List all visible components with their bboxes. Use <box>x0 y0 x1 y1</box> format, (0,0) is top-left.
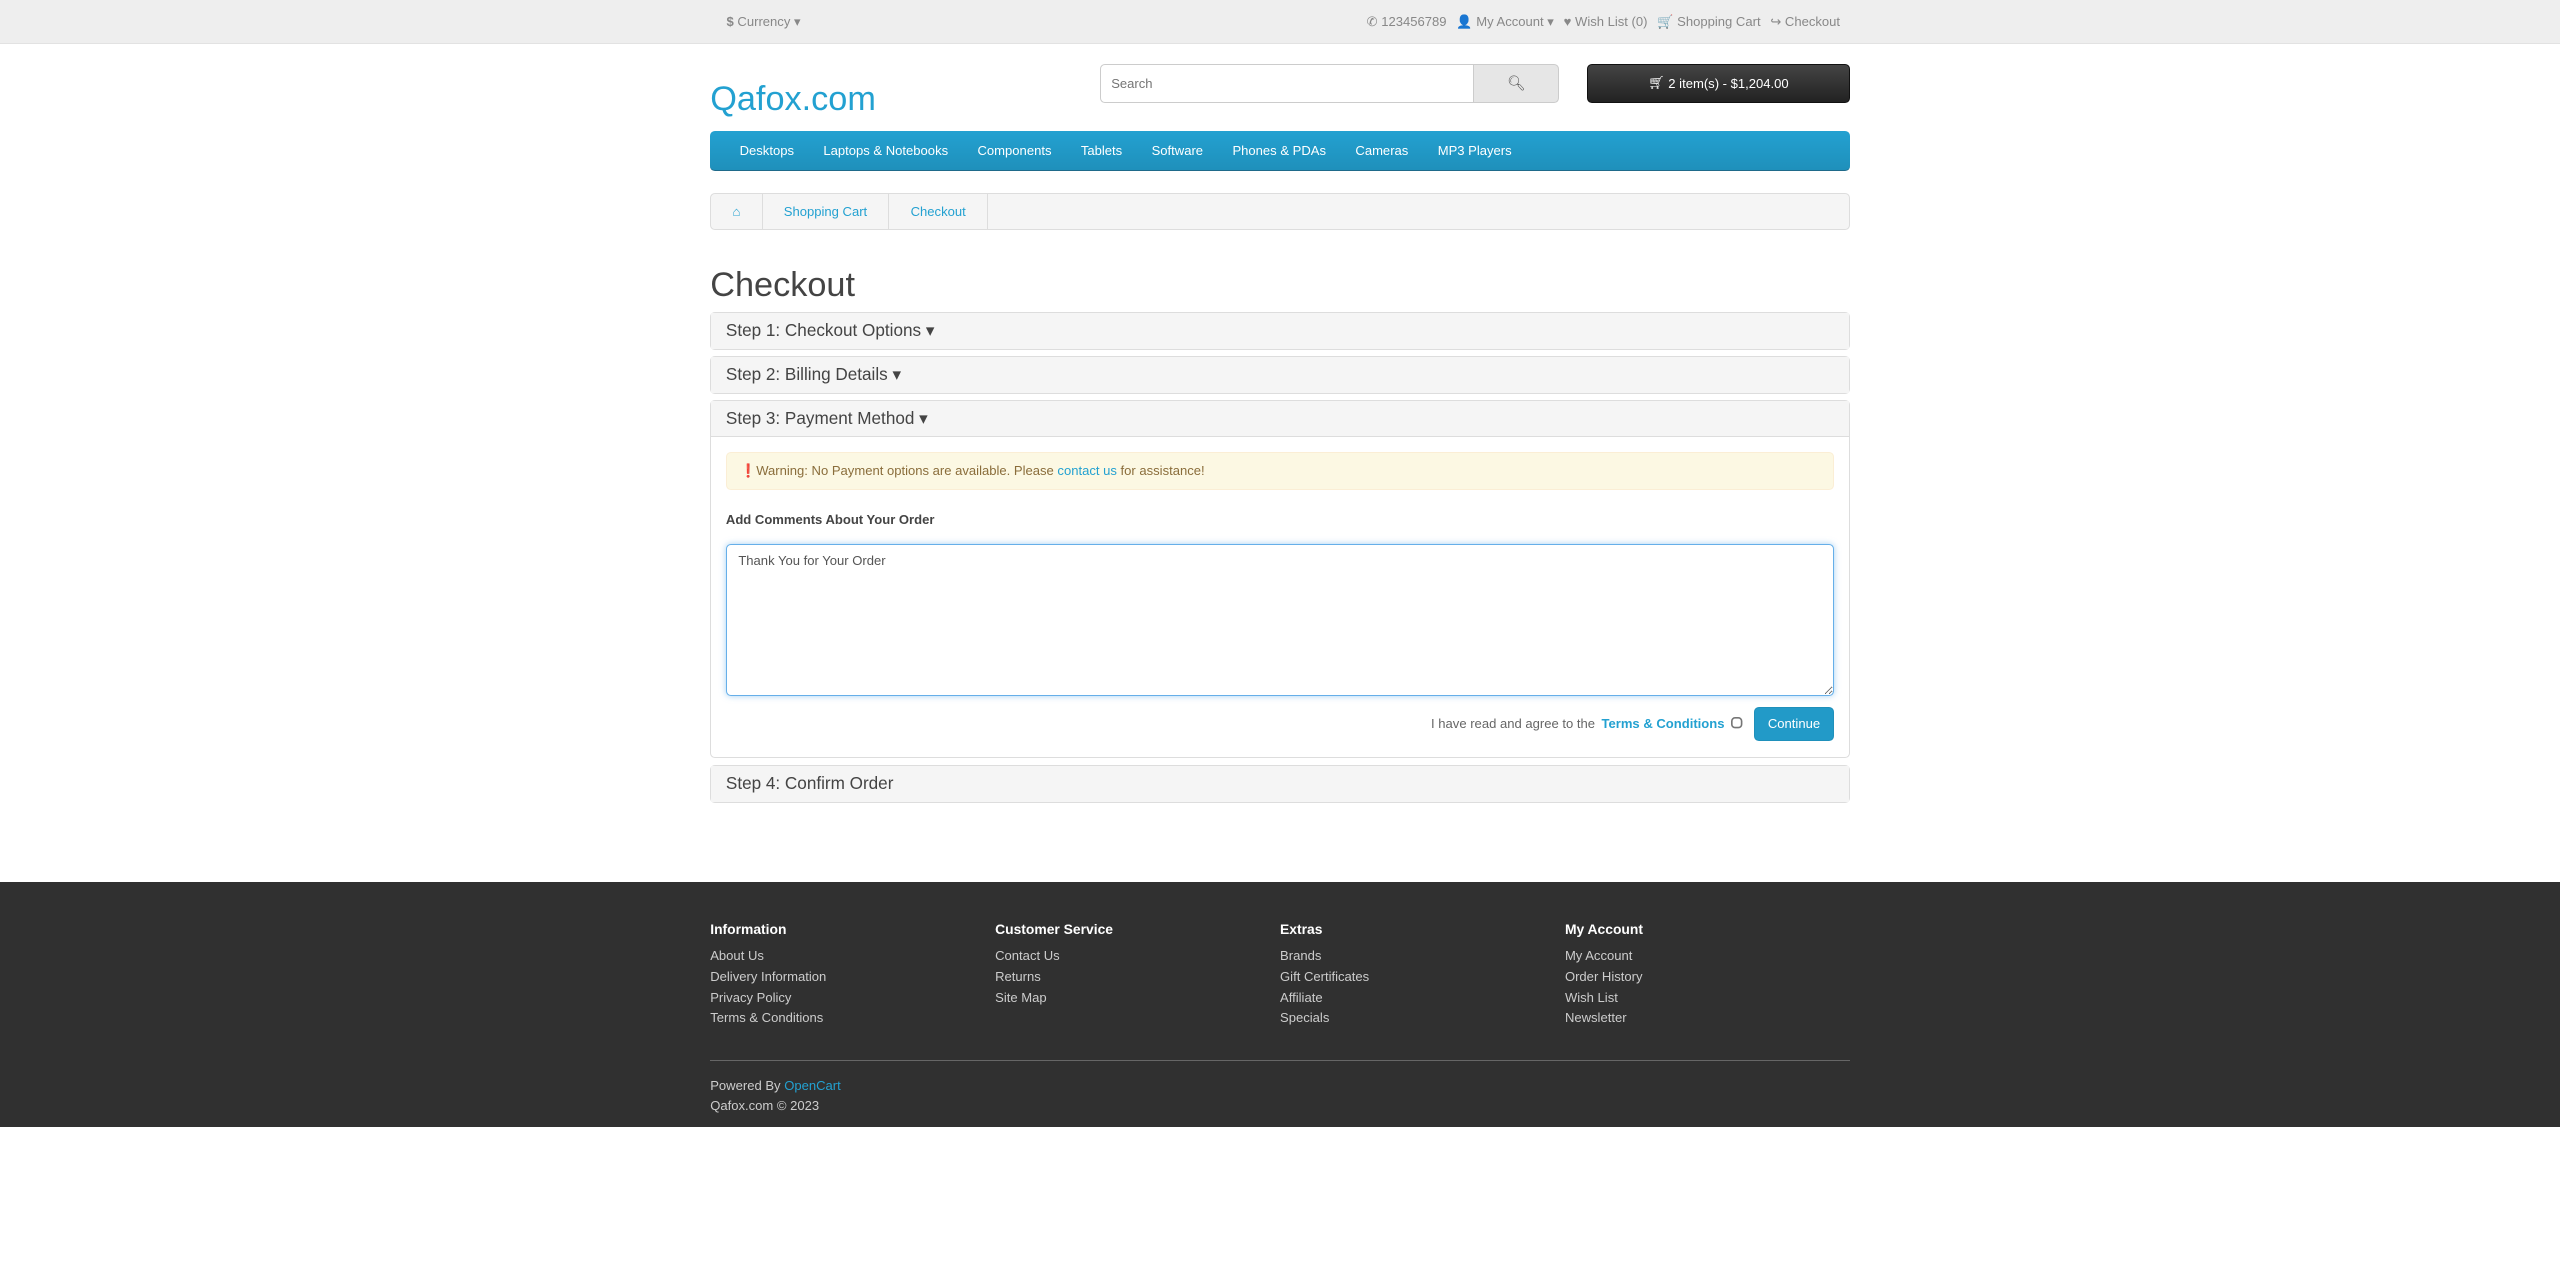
footer-link[interactable]: My Account <box>1565 948 1850 963</box>
menu-tablets[interactable]: Tablets <box>1081 143 1122 158</box>
step-1-header[interactable]: Step 1: Checkout Options ▾ <box>711 312 1849 349</box>
menu-cameras[interactable]: Cameras <box>1355 143 1408 158</box>
menu-mp3[interactable]: MP3 Players <box>1438 143 1512 158</box>
step-1-panel: Step 1: Checkout Options ▾ <box>710 311 1850 350</box>
menu-phones[interactable]: Phones & PDAs <box>1232 143 1326 158</box>
phone-icon: ✆ <box>1366 14 1378 30</box>
footer-link[interactable]: Terms & Conditions <box>710 1010 995 1025</box>
step-4-header[interactable]: Step 4: Confirm Order <box>711 765 1849 802</box>
copyright: Qafox.com © 2023 <box>710 1097 820 1113</box>
menu-components[interactable]: Components <box>978 143 1052 158</box>
exclamation-circle-icon: ❗ <box>739 462 757 478</box>
continue-button[interactable]: Continue <box>1753 706 1835 742</box>
dollar-icon: $ <box>726 14 734 30</box>
currency-dropdown[interactable]: $ Currency ▾ <box>727 14 801 30</box>
powered-by: Powered By OpenCart <box>710 1077 841 1093</box>
agree-text: I have read and agree to the <box>1431 716 1595 732</box>
footer-link[interactable]: Gift Certificates <box>1280 969 1565 984</box>
search-icon: 🔍︎ <box>1506 76 1526 93</box>
search-button[interactable]: 🔍︎ <box>1474 63 1560 103</box>
search-input[interactable] <box>1100 63 1475 103</box>
footer-link[interactable]: Privacy Policy <box>710 990 995 1005</box>
step-2-panel: Step 2: Billing Details ▾ <box>710 356 1850 394</box>
footer-link[interactable]: Specials <box>1280 1010 1565 1025</box>
wish-list-link[interactable]: ♥ Wish List (0) <box>1564 14 1648 30</box>
contact-us-link[interactable]: contact us <box>1057 463 1116 478</box>
main-menu: Desktops Laptops & Notebooks Components … <box>710 130 1850 172</box>
cart-icon: 🛒︎ <box>1648 75 1665 91</box>
cart-icon: 🛒 <box>1657 14 1674 30</box>
breadcrumb: ⌂ Shopping Cart Checkout <box>710 192 1850 231</box>
footer-column-information: Information About Us Delivery Information… <box>710 921 995 1031</box>
footer-link[interactable]: Newsletter <box>1565 1010 1850 1025</box>
step-3-header[interactable]: Step 3: Payment Method ▾ <box>711 401 1849 438</box>
menu-desktops[interactable]: Desktops <box>740 143 794 158</box>
agree-checkbox[interactable] <box>1731 717 1745 731</box>
menu-software[interactable]: Software <box>1152 143 1204 158</box>
shopping-cart-link[interactable]: 🛒 Shopping Cart <box>1657 14 1760 30</box>
footer-link[interactable]: Returns <box>995 969 1280 984</box>
cart-button[interactable]: 🛒︎ 2 item(s) - $1,204.00 <box>1586 63 1850 103</box>
menu-laptops[interactable]: Laptops & Notebooks <box>823 143 948 158</box>
share-icon: ↪ <box>1770 14 1782 30</box>
home-icon[interactable]: ⌂ <box>711 193 763 230</box>
phone-link[interactable]: ✆ 123456789 <box>1367 14 1447 30</box>
checkout-link[interactable]: ↪ Checkout <box>1770 14 1840 30</box>
footer-divider <box>710 1060 1850 1062</box>
logo[interactable]: Qafox.com <box>710 80 876 119</box>
search-bar: 🔍︎ <box>1100 63 1560 103</box>
footer-link[interactable]: Brands <box>1280 948 1565 963</box>
my-account-dropdown[interactable]: 👤 My Account ▾ <box>1456 14 1554 30</box>
footer-column-extras: Extras Brands Gift Certificates Affiliate S… <box>1280 921 1565 1031</box>
breadcrumb-shopping-cart[interactable]: Shopping Cart <box>763 193 890 230</box>
footer-column-customer-service: Customer Service Contact Us Returns Site M… <box>995 921 1280 1031</box>
page-title: Checkout <box>710 266 855 305</box>
footer-link[interactable]: Delivery Information <box>710 969 995 984</box>
step-3-panel: Step 3: Payment Method ▾ ❗ Warning: No P… <box>710 400 1850 759</box>
opencart-link[interactable]: OpenCart <box>784 1078 841 1093</box>
footer-link[interactable]: Order History <box>1565 969 1850 984</box>
comments-label: Add Comments About Your Order <box>725 512 935 528</box>
footer-link[interactable]: Wish List <box>1565 990 1850 1005</box>
footer-link[interactable]: Affiliate <box>1280 990 1565 1005</box>
step-2-header[interactable]: Step 2: Billing Details ▾ <box>711 357 1849 393</box>
user-icon: 👤 <box>1456 14 1473 30</box>
footer-link[interactable]: About Us <box>710 948 995 963</box>
footer-link[interactable]: Contact Us <box>995 948 1280 963</box>
terms-link[interactable]: Terms & Conditions <box>1602 716 1725 731</box>
step-4-panel: Step 4: Confirm Order <box>710 764 1850 803</box>
footer: Information About Us Delivery Information… <box>0 881 2560 1127</box>
footer-column-my-account: My Account My Account Order History Wish L… <box>1565 921 1850 1031</box>
warning-alert: ❗ Warning: No Payment options are availa… <box>725 452 1835 490</box>
comments-textarea[interactable]: Thank You for Your Order <box>725 543 1835 696</box>
heart-icon: ♥ <box>1563 14 1572 30</box>
top-bar: $ Currency ▾ ✆ 123456789 👤 My Account ▾ … <box>0 0 2560 45</box>
footer-link[interactable]: Site Map <box>995 990 1280 1005</box>
breadcrumb-checkout[interactable]: Checkout <box>889 193 988 230</box>
